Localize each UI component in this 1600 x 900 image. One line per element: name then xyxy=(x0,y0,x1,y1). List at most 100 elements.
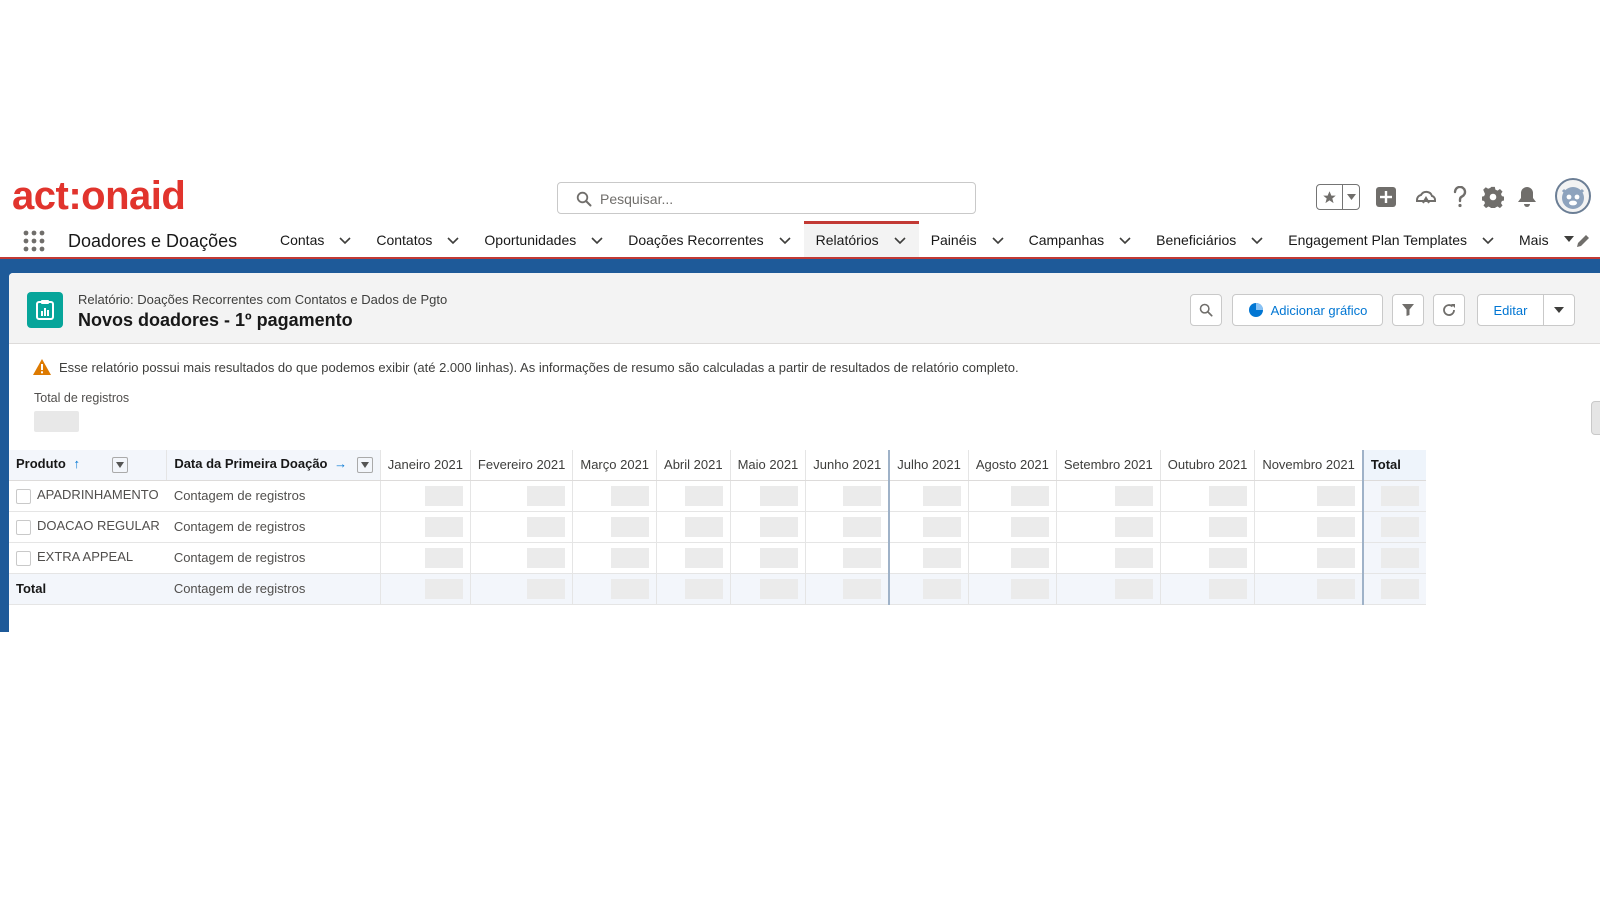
value-cell[interactable] xyxy=(1159,542,1255,574)
value-cell[interactable] xyxy=(1055,572,1161,605)
nav-item-beneficiarios[interactable]: Beneficiários xyxy=(1144,222,1276,257)
value-cell[interactable] xyxy=(469,480,573,512)
bell-icon[interactable] xyxy=(1514,184,1540,210)
refresh-button[interactable] xyxy=(1433,294,1465,326)
actionaid-logo[interactable]: act:onaid xyxy=(12,174,186,218)
value-cell[interactable] xyxy=(379,511,471,543)
row-checkbox[interactable] xyxy=(16,519,31,535)
value-cell[interactable] xyxy=(379,572,471,605)
column-header-total[interactable]: Total xyxy=(1361,450,1426,481)
value-cell[interactable] xyxy=(1159,480,1255,512)
column-header-data-primeira-doacao[interactable]: Data da Primeira Doação → xyxy=(166,450,381,481)
value-cell[interactable] xyxy=(888,572,969,605)
nav-item-engagement-plan-templates[interactable]: Engagement Plan Templates xyxy=(1276,222,1507,257)
column-header-month[interactable]: Maio 2021 xyxy=(729,450,806,481)
global-search[interactable] xyxy=(557,182,976,214)
chevron-down-icon[interactable] xyxy=(893,233,907,247)
column-header-month[interactable]: Fevereiro 2021 xyxy=(469,450,573,481)
column-header-month[interactable]: Junho 2021 xyxy=(805,450,890,481)
value-cell[interactable] xyxy=(656,511,731,543)
column-header-month[interactable]: Janeiro 2021 xyxy=(379,450,471,481)
row-checkbox[interactable] xyxy=(16,550,31,566)
filter-button[interactable] xyxy=(1392,294,1424,326)
favorites-dropdown-icon[interactable] xyxy=(1343,185,1359,209)
column-header-produto[interactable]: Produto ↑ xyxy=(9,450,167,481)
sort-asc-icon[interactable]: ↑ xyxy=(73,456,80,471)
value-cell[interactable] xyxy=(729,542,806,574)
app-launcher-icon[interactable] xyxy=(22,229,46,253)
column-menu-icon[interactable] xyxy=(111,457,128,474)
value-cell[interactable] xyxy=(805,480,890,512)
value-cell[interactable] xyxy=(967,572,1057,605)
nav-item-campanhas[interactable]: Campanhas xyxy=(1017,222,1145,257)
value-cell[interactable] xyxy=(729,572,806,605)
avatar[interactable] xyxy=(1555,178,1591,214)
chevron-down-icon[interactable] xyxy=(991,233,1005,247)
value-cell[interactable] xyxy=(1159,572,1255,605)
value-cell[interactable] xyxy=(572,572,657,605)
chevron-down-icon[interactable] xyxy=(590,233,604,247)
chevron-down-icon[interactable] xyxy=(1118,233,1132,247)
value-cell[interactable] xyxy=(805,542,890,574)
nav-item-contatos[interactable]: Contatos xyxy=(364,222,472,257)
nav-item-oportunidades[interactable]: Oportunidades xyxy=(472,222,616,257)
chevron-down-icon[interactable] xyxy=(1481,233,1495,247)
value-cell[interactable] xyxy=(656,480,731,512)
chevron-down-icon[interactable] xyxy=(778,233,792,247)
value-cell[interactable] xyxy=(967,480,1057,512)
column-header-month[interactable]: Abril 2021 xyxy=(656,450,731,481)
value-cell[interactable] xyxy=(888,480,969,512)
value-cell[interactable] xyxy=(572,511,657,543)
search-input[interactable] xyxy=(598,187,962,211)
more-actions-button[interactable] xyxy=(1543,294,1575,326)
value-cell[interactable] xyxy=(1055,480,1161,512)
nav-item-paineis[interactable]: Painéis xyxy=(919,222,1017,257)
column-header-month[interactable]: Outubro 2021 xyxy=(1159,450,1255,481)
nav-item-contas[interactable]: Contas xyxy=(268,222,364,257)
value-cell[interactable] xyxy=(469,572,573,605)
edit-button[interactable]: Editar xyxy=(1477,294,1544,326)
value-cell[interactable] xyxy=(469,542,573,574)
column-header-month[interactable]: Agosto 2021 xyxy=(967,450,1057,481)
value-cell[interactable] xyxy=(572,480,657,512)
nav-item-relatorios[interactable]: Relatórios xyxy=(803,221,919,257)
value-cell[interactable] xyxy=(379,480,471,512)
gear-icon[interactable] xyxy=(1480,184,1506,210)
chevron-down-icon[interactable] xyxy=(446,233,460,247)
value-cell[interactable] xyxy=(888,542,969,574)
value-cell[interactable] xyxy=(729,511,806,543)
value-cell[interactable] xyxy=(1254,572,1363,605)
column-header-month[interactable]: Setembro 2021 xyxy=(1055,450,1161,481)
grand-total-cell[interactable] xyxy=(1361,572,1426,605)
value-cell[interactable] xyxy=(967,542,1057,574)
value-cell[interactable] xyxy=(967,511,1057,543)
help-icon[interactable] xyxy=(1447,184,1473,210)
value-cell[interactable] xyxy=(1055,542,1161,574)
caret-down-icon[interactable] xyxy=(1563,233,1577,247)
favorites-group[interactable] xyxy=(1316,184,1360,210)
add-icon[interactable] xyxy=(1373,184,1399,210)
value-cell[interactable] xyxy=(656,572,731,605)
column-header-month[interactable]: Novembro 2021 xyxy=(1254,450,1363,481)
value-cell[interactable] xyxy=(1254,480,1363,512)
value-cell[interactable] xyxy=(656,542,731,574)
value-cell[interactable] xyxy=(805,572,890,605)
add-chart-button[interactable]: Adicionar gráfico xyxy=(1232,294,1383,326)
column-header-month[interactable]: Julho 2021 xyxy=(888,450,969,481)
value-cell[interactable] xyxy=(469,511,573,543)
chevron-down-icon[interactable] xyxy=(338,233,352,247)
row-total-cell[interactable] xyxy=(1361,542,1426,574)
row-total-cell[interactable] xyxy=(1361,480,1426,512)
value-cell[interactable] xyxy=(1254,511,1363,543)
chevron-down-icon[interactable] xyxy=(1250,233,1264,247)
value-cell[interactable] xyxy=(572,542,657,574)
column-header-month[interactable]: Março 2021 xyxy=(572,450,657,481)
value-cell[interactable] xyxy=(888,511,969,543)
search-report-button[interactable] xyxy=(1190,294,1222,326)
value-cell[interactable] xyxy=(1159,511,1255,543)
star-icon[interactable] xyxy=(1317,185,1344,209)
value-cell[interactable] xyxy=(1254,542,1363,574)
nav-item-doacoes-recorrentes[interactable]: Doações Recorrentes xyxy=(616,222,803,257)
side-panel-toggle[interactable] xyxy=(1591,401,1600,435)
row-total-cell[interactable] xyxy=(1361,511,1426,543)
